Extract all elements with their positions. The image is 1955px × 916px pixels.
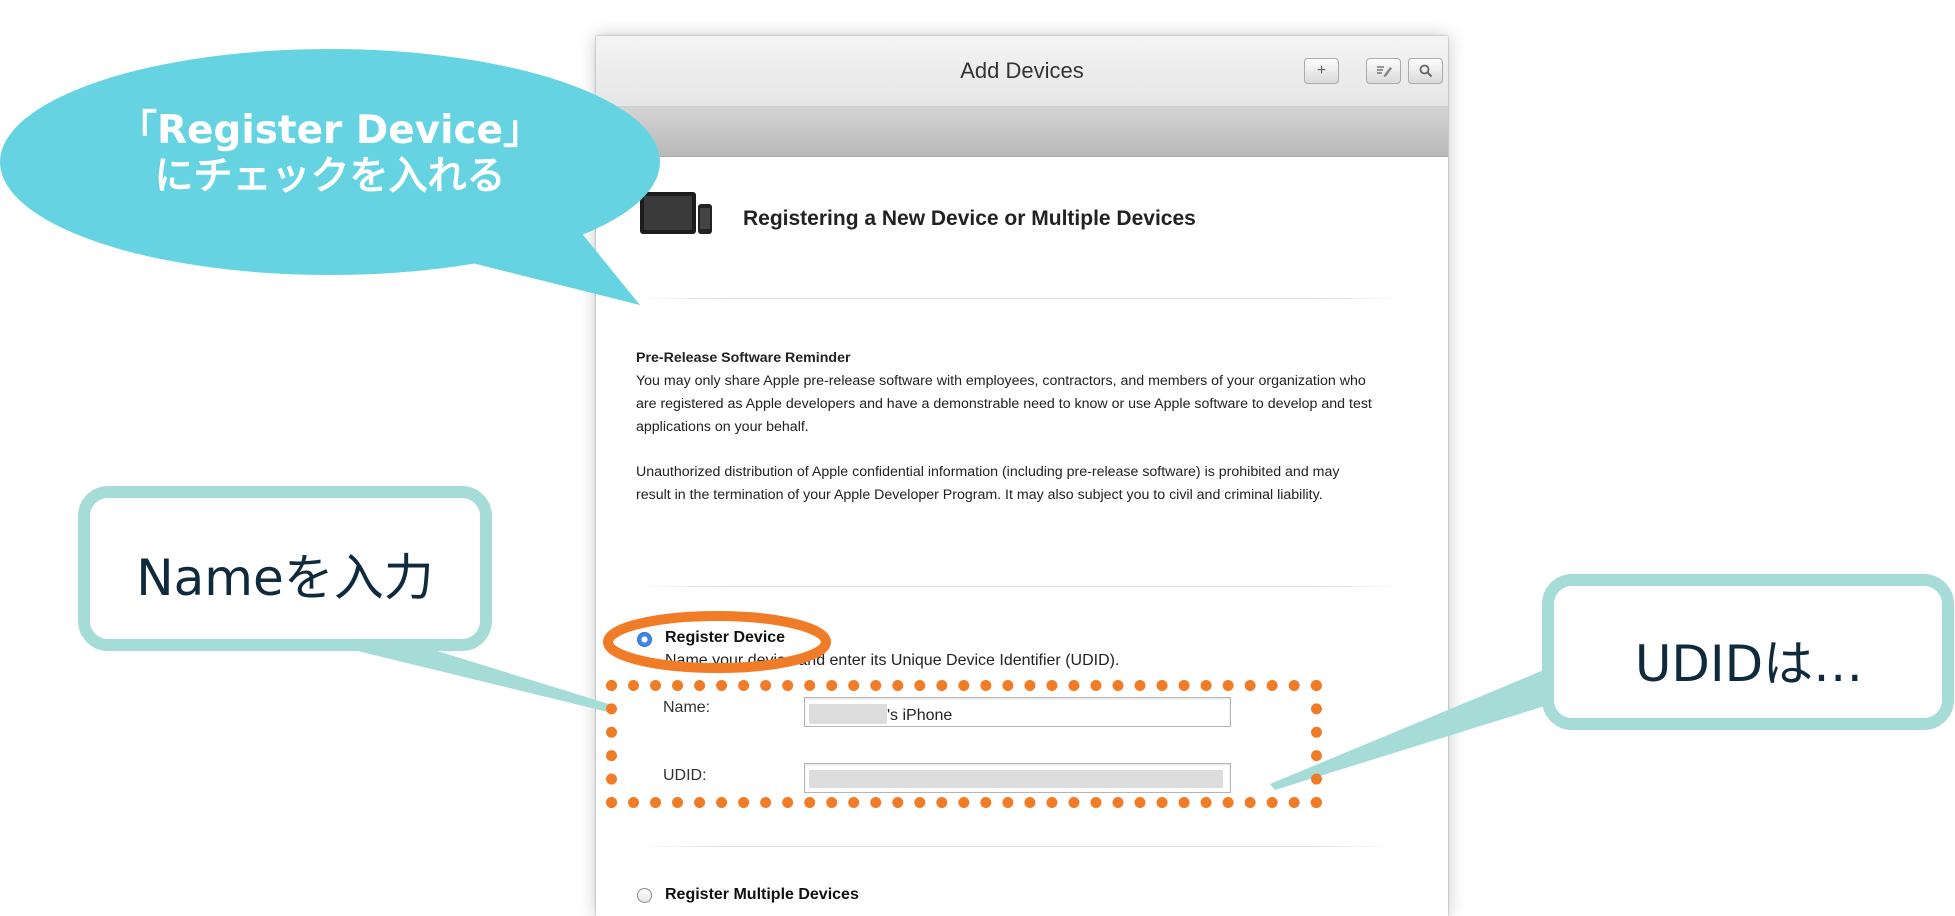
bubble-line-1: 「Register Device」 xyxy=(117,108,543,153)
udid-callout-text: UDIDは… xyxy=(1634,635,1864,693)
register-device-highlight xyxy=(603,611,831,673)
name-callout-text: Nameを入力 xyxy=(136,549,434,607)
bubble-line-2: にチェックを入れる xyxy=(154,154,506,199)
bubble-text: 「Register Device」 にチェックを入れる xyxy=(40,108,620,200)
input-fields-highlight xyxy=(606,680,1322,808)
